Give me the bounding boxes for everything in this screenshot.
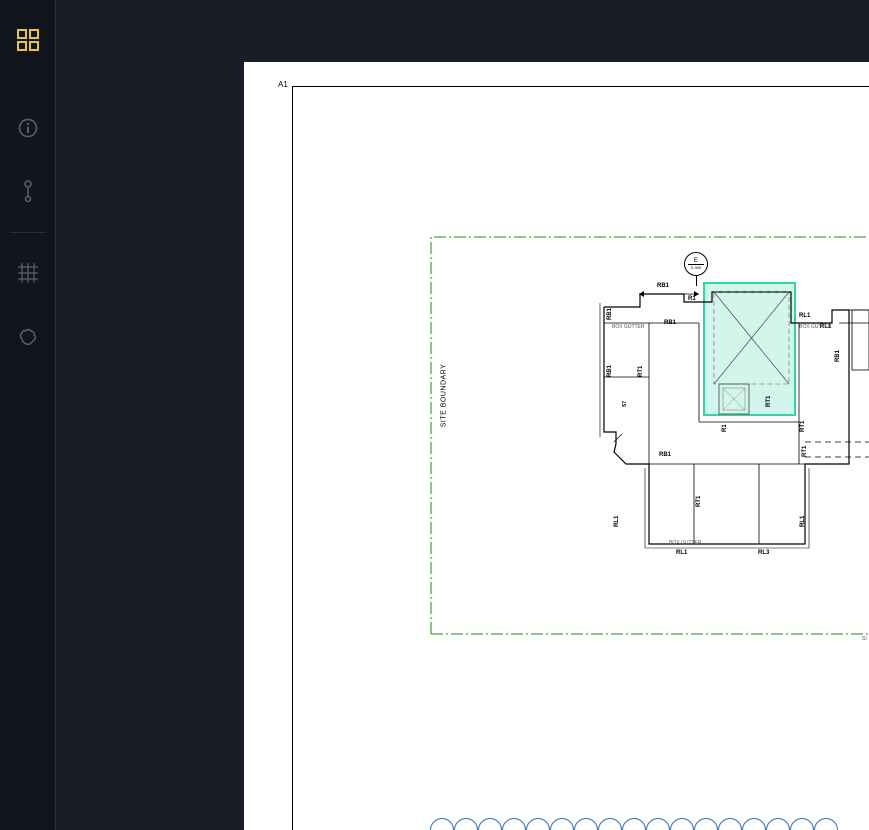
- drawing-sheet[interactable]: A1 SITE BOUNDARY SI E S.300: [244, 62, 869, 830]
- label-box-gutter-top: BOX GUTTER: [612, 324, 645, 330]
- label-rb1-top: RB1: [657, 283, 669, 289]
- label-rl3-bottom: RL3: [758, 550, 769, 556]
- label-rl1-top: RL1: [799, 313, 810, 319]
- sidebar: [0, 0, 56, 830]
- canvas-area[interactable]: A1 SITE BOUNDARY SI E S.300: [56, 0, 869, 830]
- sidebar-item-connect[interactable]: [8, 172, 48, 212]
- sidebar-item-info[interactable]: [8, 108, 48, 148]
- label-rl1-bottom: RL1: [676, 550, 687, 556]
- label-r1-mid: R1: [722, 424, 728, 432]
- hand-icon: [16, 325, 40, 349]
- apps-icon: [17, 29, 39, 51]
- dots-icon: [18, 179, 38, 205]
- label-box-gutter-right: BOX GUTTER: [799, 324, 832, 330]
- label-rb1-left1: RB1: [607, 308, 613, 320]
- sidebar-divider: [10, 232, 46, 233]
- label-rb1-lower: RB1: [659, 452, 671, 458]
- label-r1-top: R1: [688, 296, 696, 302]
- sidebar-item-hand[interactable]: [8, 317, 48, 357]
- info-icon: [18, 118, 38, 138]
- label-rt1-2: RT1: [766, 396, 772, 407]
- grid-icon: [16, 261, 40, 285]
- label-rb1-mid: RB1: [664, 320, 676, 326]
- label-rt1-3: RT1: [800, 421, 806, 432]
- label-rl1-right: RL1: [800, 516, 806, 527]
- vegetation-line: [430, 818, 838, 830]
- label-rt1-1: RT1: [638, 366, 644, 377]
- label-rt1-mid: RT1: [696, 496, 702, 507]
- label-s7: S7: [622, 401, 628, 407]
- sidebar-item-grid[interactable]: [8, 253, 48, 293]
- label-rl1-left: RL1: [614, 516, 620, 527]
- label-rb1-left2: RB1: [607, 365, 613, 377]
- sidebar-item-apps[interactable]: [8, 20, 48, 60]
- label-rt1-right: RT1: [802, 446, 808, 457]
- label-box-gutter-bottom: BOX GUTTER: [669, 540, 702, 546]
- floor-plan: [244, 62, 869, 830]
- label-rb1-right: RB1: [835, 350, 841, 362]
